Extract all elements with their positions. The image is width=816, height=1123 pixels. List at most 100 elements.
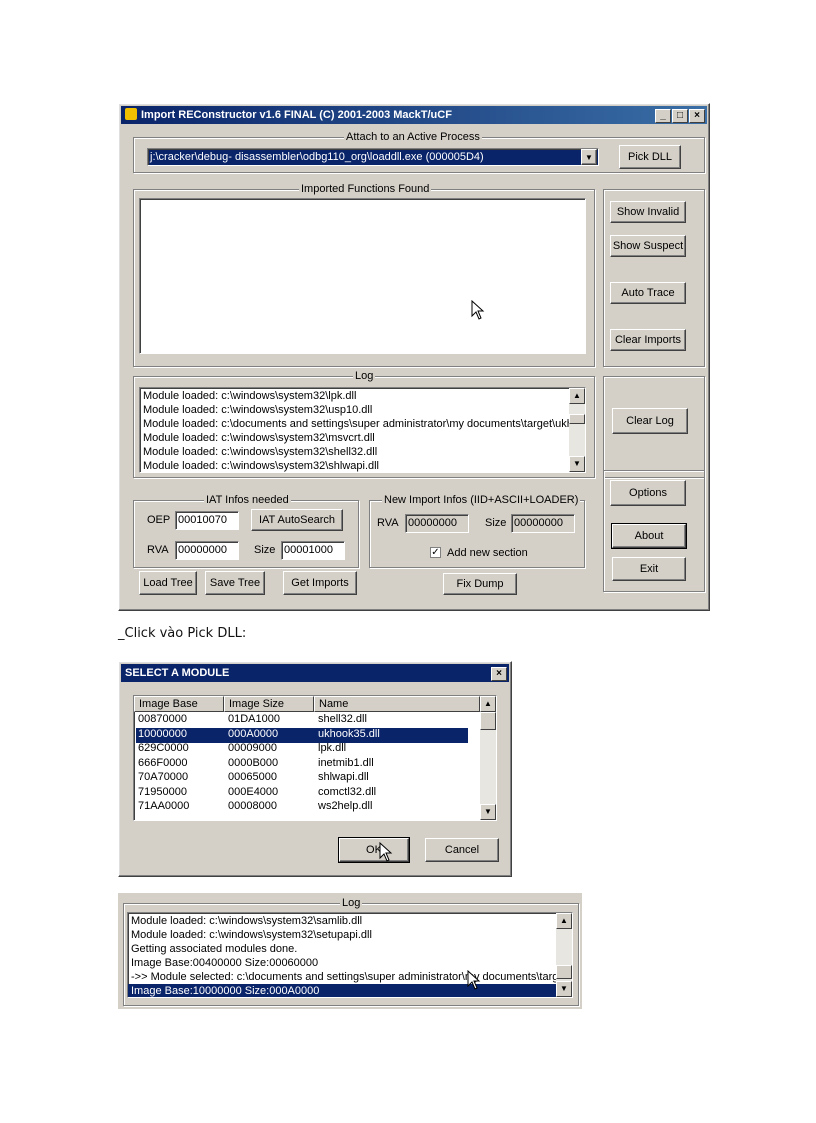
module-list[interactable]: Image Base Image Size Name 00870000 01DA1… (133, 695, 497, 821)
add-new-section-checkbox[interactable]: ✓ (430, 547, 441, 558)
dialog-close-button[interactable]: × (491, 667, 507, 681)
dialog-title-bar[interactable]: SELECT A MODULE × (121, 664, 509, 682)
clear-log-button[interactable]: Clear Log (612, 408, 688, 434)
ni-size-label: Size (485, 517, 507, 529)
log-listbox[interactable]: Module loaded: c:\windows\system32\lpk.d… (139, 387, 586, 473)
log-line[interactable]: Module loaded: c:\windows\system32\samli… (128, 914, 556, 928)
save-tree-button[interactable]: Save Tree (205, 571, 265, 595)
fix-dump-button[interactable]: Fix Dump (443, 573, 517, 595)
pick-dll-button[interactable]: Pick DLL (619, 145, 681, 169)
exit-button[interactable]: Exit (612, 557, 686, 581)
name-cell: shell32.dll (318, 713, 367, 725)
scroll-up-icon[interactable]: ▲ (480, 696, 496, 712)
log-line[interactable]: Module loaded: c:\windows\system32\msvcr… (140, 431, 569, 445)
ni-rva-label: RVA (377, 517, 399, 529)
mouse-pointer-icon (467, 970, 481, 990)
image-base-cell: 71950000 (138, 785, 187, 798)
scroll-down-icon[interactable]: ▼ (480, 804, 496, 820)
auto-trace-button[interactable]: Auto Trace (610, 282, 686, 304)
column-image-base[interactable]: Image Base (134, 696, 224, 712)
log-line[interactable]: ->> Module selected: c:\documents and se… (128, 970, 556, 984)
ni-rva-field: 00000000 (405, 514, 469, 533)
import-reconstructor-window: Import REConstructor v1.6 FINAL (C) 2001… (118, 103, 710, 611)
log-line[interactable]: Getting associated modules done. (128, 942, 556, 956)
log-line[interactable]: Module loaded: c:\windows\system32\usp10… (140, 403, 569, 417)
scroll-thumb[interactable] (569, 414, 585, 424)
image-size-cell: 00065000 (228, 771, 277, 783)
module-row[interactable]: 10000000 000A0000 ukhook35.dll (136, 727, 468, 743)
log-line[interactable]: Module loaded: c:\windows\system32\lpk.d… (140, 389, 569, 403)
name-cell: comctl32.dll (318, 785, 377, 798)
oep-label: OEP (147, 514, 171, 526)
cancel-button[interactable]: Cancel (425, 838, 499, 862)
show-invalid-button[interactable]: Show Invalid (610, 201, 686, 223)
log-line[interactable]: Module loaded: c:\windows\system32\setup… (128, 928, 556, 942)
module-row[interactable]: 70A70000 00065000 shlwapi.dll (136, 771, 468, 786)
name-cell: lpk.dll (318, 742, 347, 754)
select-module-dialog: SELECT A MODULE × Image Base Image Size … (118, 661, 512, 877)
attach-group-label: Attach to an Active Process (344, 131, 482, 143)
options-button[interactable]: Options (610, 480, 686, 506)
module-row[interactable]: 71950000 000E4000 comctl32.dll (136, 786, 468, 801)
module-row[interactable]: 666F0000 0000B000 inetmib1.dll (136, 757, 468, 772)
size-field[interactable]: 00001000 (281, 541, 345, 560)
size-label: Size (254, 544, 276, 556)
app-icon (125, 108, 137, 120)
scroll-down-icon[interactable]: ▼ (569, 456, 585, 472)
rva-field[interactable]: 00000000 (175, 541, 239, 560)
iat-autosearch-button[interactable]: IAT AutoSearch (251, 509, 343, 531)
title-bar[interactable]: Import REConstructor v1.6 FINAL (C) 2001… (121, 106, 707, 124)
module-row[interactable]: 00870000 01DA1000 shell32.dll (136, 713, 468, 728)
scroll-up-icon[interactable]: ▲ (556, 913, 572, 929)
log-line[interactable]: Module loaded: c:\windows\system32\shell… (140, 445, 569, 459)
log-panel-scrollbar[interactable]: ▲ ▼ (556, 913, 572, 997)
scroll-down-icon[interactable]: ▼ (556, 981, 572, 997)
minimize-button[interactable]: _ (655, 109, 671, 123)
about-button[interactable]: About (611, 523, 687, 549)
ok-button[interactable]: OK (338, 837, 410, 863)
module-row[interactable]: 71AA0000 00008000 ws2help.dll (136, 800, 468, 815)
scroll-up-icon[interactable]: ▲ (569, 388, 585, 404)
clear-imports-button[interactable]: Clear Imports (610, 329, 686, 351)
process-select[interactable]: j:\cracker\debug- disassembler\odbg110_o… (147, 148, 599, 166)
imported-functions-tree[interactable] (139, 198, 586, 354)
log-line[interactable]: Module loaded: c:\windows\system32\shlwa… (140, 459, 569, 472)
checkmark-icon: ✓ (431, 547, 440, 558)
process-dropdown-button[interactable]: ▼ (581, 149, 597, 165)
close-button[interactable]: × (689, 109, 705, 123)
image-base-cell: 629C0000 (138, 742, 189, 754)
maximize-button[interactable]: □ (672, 109, 688, 123)
name-cell: inetmib1.dll (318, 756, 374, 769)
module-row[interactable]: 629C0000 00009000 lpk.dll (136, 742, 468, 757)
log-panel-label: Log (340, 897, 363, 909)
log-panel-listbox[interactable]: Module loaded: c:\windows\system32\samli… (127, 912, 573, 998)
image-size-cell: 0000B000 (228, 756, 279, 769)
column-image-size[interactable]: Image Size (224, 696, 314, 712)
mouse-pointer-icon (379, 842, 393, 862)
oep-field[interactable]: 00010070 (175, 511, 239, 530)
show-suspect-button[interactable]: Show Suspect (610, 235, 686, 257)
scroll-thumb[interactable] (556, 965, 572, 979)
image-size-cell: 000E4000 (228, 785, 279, 798)
image-size-cell: 00009000 (228, 742, 277, 754)
scroll-thumb[interactable] (480, 712, 496, 730)
image-base-cell: 10000000 (138, 727, 187, 740)
dialog-title: SELECT A MODULE (125, 667, 230, 679)
get-imports-button[interactable]: Get Imports (283, 571, 357, 595)
image-base-cell: 00870000 (138, 713, 187, 725)
column-name[interactable]: Name (314, 696, 480, 712)
name-cell: shlwapi.dll (318, 771, 369, 783)
imported-functions-label: Imported Functions Found (299, 183, 432, 195)
load-tree-button[interactable]: Load Tree (139, 571, 197, 595)
log-line[interactable]: Image Base:00400000 Size:00060000 (128, 956, 556, 970)
log-line[interactable]: Module loaded: c:\documents and settings… (140, 417, 569, 431)
log-line[interactable]: Image Base:10000000 Size:000A0000 (128, 984, 556, 997)
log-lines: Module loaded: c:\windows\system32\samli… (128, 914, 556, 997)
module-list-scrollbar[interactable]: ▲ ▼ (480, 696, 496, 820)
image-size-cell: 000A0000 (228, 727, 279, 740)
log-scrollbar[interactable]: ▲ ▼ (569, 388, 585, 472)
chevron-down-icon: ▼ (585, 152, 593, 162)
image-size-cell: 01DA1000 (228, 713, 280, 725)
window-title: Import REConstructor v1.6 FINAL (C) 2001… (141, 109, 452, 121)
log-panel-screenshot: Log Module loaded: c:\windows\system32\s… (118, 893, 582, 1009)
